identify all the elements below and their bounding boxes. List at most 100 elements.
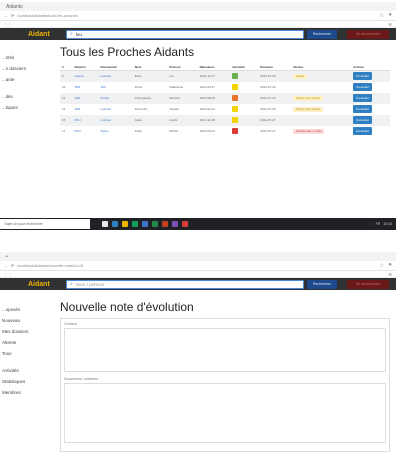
brand-logo[interactable]: Aidant xyxy=(0,281,60,288)
sidebar-item[interactable]: Activités xyxy=(0,365,52,376)
intervenant-link[interactable]: Sofi xyxy=(99,82,133,93)
row-number: 11 xyxy=(60,92,73,104)
chrome-icon[interactable] xyxy=(132,221,138,227)
row-number: 6 xyxy=(60,70,73,82)
logout-button[interactable]: Se déconnecter xyxy=(347,29,390,39)
record-link[interactable]: RTH xyxy=(72,126,98,137)
sidebar-item[interactable]: ...s dossiers xyxy=(0,63,52,74)
sidebar-item[interactable]: Attente xyxy=(0,337,52,348)
intensity-indicator xyxy=(232,94,239,101)
edge-icon[interactable] xyxy=(112,221,118,227)
intervenant-link[interactable]: Lucrece xyxy=(98,70,133,82)
table-row: 6 Lépine Lucrece Boile Luc 2021-12-17 2021-07-… xyxy=(60,70,390,82)
sidebar-item[interactable]: Nouveau xyxy=(0,315,52,326)
reading-list-icon[interactable]: ☰ xyxy=(388,272,392,277)
task-view-icon[interactable] xyxy=(102,221,108,227)
row-number: 10 xyxy=(62,85,66,89)
logout-button[interactable]: Se déconnecter xyxy=(347,279,390,289)
intensity-indicator xyxy=(232,116,239,123)
intervenant-link[interactable]: Sylvie xyxy=(99,126,133,137)
sidebar-item[interactable]: ...oposés xyxy=(0,304,52,315)
content-textarea[interactable] xyxy=(64,328,386,372)
record-link[interactable]: TER xyxy=(72,82,98,93)
proches-table: # Numéro Intervenant Nom Prénom Naissance Inte… xyxy=(60,64,390,137)
profile-icon[interactable]: ● xyxy=(388,262,392,269)
reload-icon[interactable]: ⟳ xyxy=(11,13,14,18)
sidebar-item[interactable]: Mes dossiers xyxy=(0,326,52,337)
page-title: Tous les Proches Aidants xyxy=(60,45,195,59)
reading-list-icon[interactable]: ☰ xyxy=(388,22,392,27)
consult-button[interactable]: Consulter xyxy=(353,116,372,124)
browser-tab[interactable]: • xyxy=(6,254,8,260)
browser-url-bar: ← ⟳ localhost/aidants/nouvelle-note/id=1… xyxy=(0,261,396,271)
star-icon[interactable]: ☆ xyxy=(379,12,384,19)
sidebar-item[interactable]: ...tiques xyxy=(0,102,52,113)
intervenant-link[interactable]: Lucrece xyxy=(98,114,133,126)
app-header: Aidant ⌕ Nom / prénom Rechercher Se déco… xyxy=(0,278,396,290)
table-row: 11 TER Actuel Champagne Richard 2021-08-03 202… xyxy=(60,92,390,104)
sidebar-item[interactable]: ...ntés xyxy=(0,52,52,63)
powerpoint-icon[interactable] xyxy=(162,221,168,227)
apps-icon[interactable]: ⋮⋮ xyxy=(4,272,12,277)
clock[interactable]: 10:43 xyxy=(383,222,392,226)
record-link[interactable]: TER xyxy=(72,92,99,104)
birth-date: 2021-09-01 xyxy=(199,129,215,133)
browser-tab[interactable]: Aidants xyxy=(6,4,23,10)
search-button[interactable]: Rechercher xyxy=(307,29,338,39)
main-content: Nouvelle note d'évolution Contenu Docume… xyxy=(60,296,390,452)
sidebar-item[interactable]: Membres xyxy=(0,387,52,398)
first-name: Richard xyxy=(167,92,198,104)
intervenant-link[interactable]: Actuel xyxy=(98,92,133,104)
consult-button[interactable]: Consulter xyxy=(353,105,372,113)
alert-cell: Plan de soins échoué xyxy=(291,104,351,115)
star-icon[interactable]: ☆ xyxy=(379,262,384,269)
search-value: lou xyxy=(75,31,82,37)
documents-field[interactable] xyxy=(64,383,386,443)
brand-logo[interactable]: Aidant xyxy=(0,31,60,38)
sidebar-item[interactable]: ...ante xyxy=(0,74,52,85)
record-link[interactable]: TER xyxy=(72,104,98,115)
reload-icon[interactable]: ⟳ xyxy=(11,263,14,268)
sidebar-item[interactable]: ...ités xyxy=(0,91,52,102)
record-link[interactable]: Lépine xyxy=(72,70,99,82)
excel-icon[interactable] xyxy=(152,221,158,227)
sidebar-item[interactable]: Tous xyxy=(0,348,52,359)
search-input[interactable]: ⌕ Nom / prénom xyxy=(66,279,304,289)
url-field[interactable]: localhost/aidants/nouvelle-note/id=18 xyxy=(17,263,376,268)
alert-cell xyxy=(291,82,351,93)
word-icon[interactable] xyxy=(142,221,148,227)
row-number: 12 xyxy=(62,107,66,111)
first-name: Luc xyxy=(167,70,198,82)
first-name: Michel xyxy=(169,129,178,133)
consult-button[interactable]: Consulter xyxy=(353,127,372,135)
app-icon[interactable] xyxy=(182,221,188,227)
taskbar-search[interactable]: Taper ici pour rechercher xyxy=(0,219,90,229)
birth-date: 2021-02-11 xyxy=(199,107,215,111)
table-row: 12 TER Lucrece Dumoulin Claude 2021-02-11 2021… xyxy=(60,104,390,115)
consult-button[interactable]: Consulter xyxy=(353,94,372,102)
consult-button[interactable]: Consulter xyxy=(353,83,372,91)
first-name: Claude xyxy=(169,107,179,111)
system-tray: FR 10:43 xyxy=(376,222,396,226)
main-content: Tous les Proches Aidants # Numéro Interven… xyxy=(60,42,390,137)
apps-icon[interactable]: ⋮⋮ xyxy=(4,22,12,27)
search-input[interactable]: ⌕ lou xyxy=(66,29,304,39)
record-link[interactable]: RTH xyxy=(72,114,99,126)
url-field[interactable]: localhost/aidants/tous-les-proches xyxy=(17,13,376,18)
row-number: 15 xyxy=(60,114,73,126)
back-icon[interactable]: ← xyxy=(4,263,8,268)
last-name: Dubé xyxy=(134,129,142,133)
folder-icon[interactable] xyxy=(122,221,128,227)
action-cell: Consulter xyxy=(351,82,390,93)
intervenant-link[interactable]: Lucrece xyxy=(99,104,133,115)
app-header: Aidant ⌕ lou Rechercher Se déconnecter xyxy=(0,28,396,40)
back-icon[interactable]: ← xyxy=(4,13,8,18)
consult-button[interactable]: Consulter xyxy=(353,72,372,81)
profile-icon[interactable]: ● xyxy=(388,12,392,19)
sidebar-item[interactable]: Statistiques xyxy=(0,376,52,387)
note-form: Contenu Documents / annexes xyxy=(60,318,390,452)
search-button[interactable]: Rechercher xyxy=(307,279,338,289)
language-indicator[interactable]: FR xyxy=(376,222,381,226)
teams-icon[interactable] xyxy=(172,221,178,227)
last-name: Piche xyxy=(134,85,143,89)
